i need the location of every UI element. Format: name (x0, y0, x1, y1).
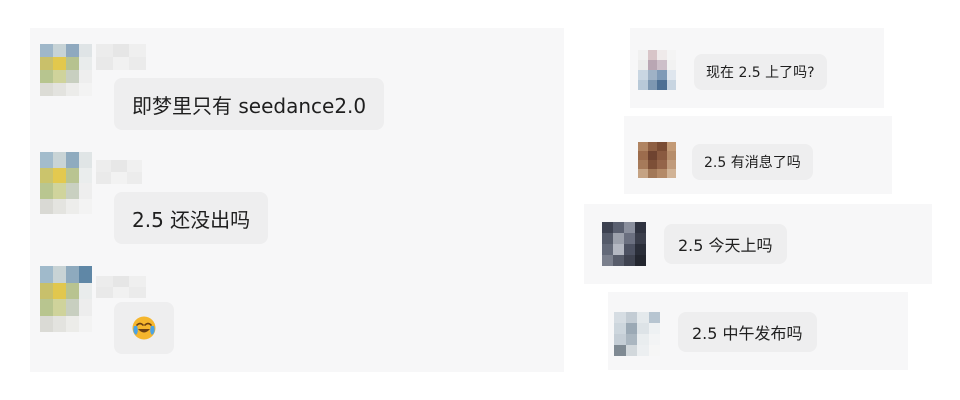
left-chat-panel: 即梦里只有 seedance2.0 2.5 还没出吗 (30, 28, 564, 372)
avatar (40, 266, 92, 332)
username-blurred (96, 44, 146, 70)
message-text: 2.5 还没出吗 (132, 207, 251, 232)
chat-snippet: 现在 2.5 上了吗? (630, 28, 884, 108)
message-text: 即梦里只有 seedance2.0 (132, 93, 367, 118)
avatar (614, 312, 660, 356)
message-text: 2.5 中午发布吗 (692, 324, 803, 343)
chat-snippet: 2.5 中午发布吗 (608, 292, 908, 370)
chat-message: 2.5 还没出吗 (30, 146, 564, 256)
chat-snippet: 2.5 今天上吗 (584, 204, 932, 284)
chat-message (30, 262, 564, 372)
message-text: 现在 2.5 上了吗? (706, 65, 815, 81)
avatar (40, 152, 92, 214)
avatar (602, 222, 646, 266)
chat-screenshot-collage: 即梦里只有 seedance2.0 2.5 还没出吗 现在 2.5 上了吗? 2… (0, 0, 960, 400)
message-bubble: 2.5 有消息了吗 (692, 144, 813, 180)
username-blurred (96, 160, 142, 184)
message-bubble (114, 302, 174, 354)
chat-message: 即梦里只有 seedance2.0 (30, 28, 564, 138)
avatar (638, 50, 676, 90)
message-bubble: 即梦里只有 seedance2.0 (114, 78, 385, 130)
message-bubble: 2.5 今天上吗 (664, 224, 787, 264)
avatar (40, 44, 92, 96)
message-bubble: 现在 2.5 上了吗? (694, 54, 827, 90)
chat-snippet: 2.5 有消息了吗 (624, 116, 892, 194)
message-text: 2.5 有消息了吗 (704, 155, 801, 171)
message-text: 2.5 今天上吗 (678, 236, 773, 255)
message-bubble: 2.5 还没出吗 (114, 192, 269, 244)
username-blurred (96, 276, 146, 298)
message-bubble: 2.5 中午发布吗 (678, 312, 817, 352)
crying-laughing-emoji-icon (132, 316, 156, 340)
avatar (638, 142, 676, 178)
